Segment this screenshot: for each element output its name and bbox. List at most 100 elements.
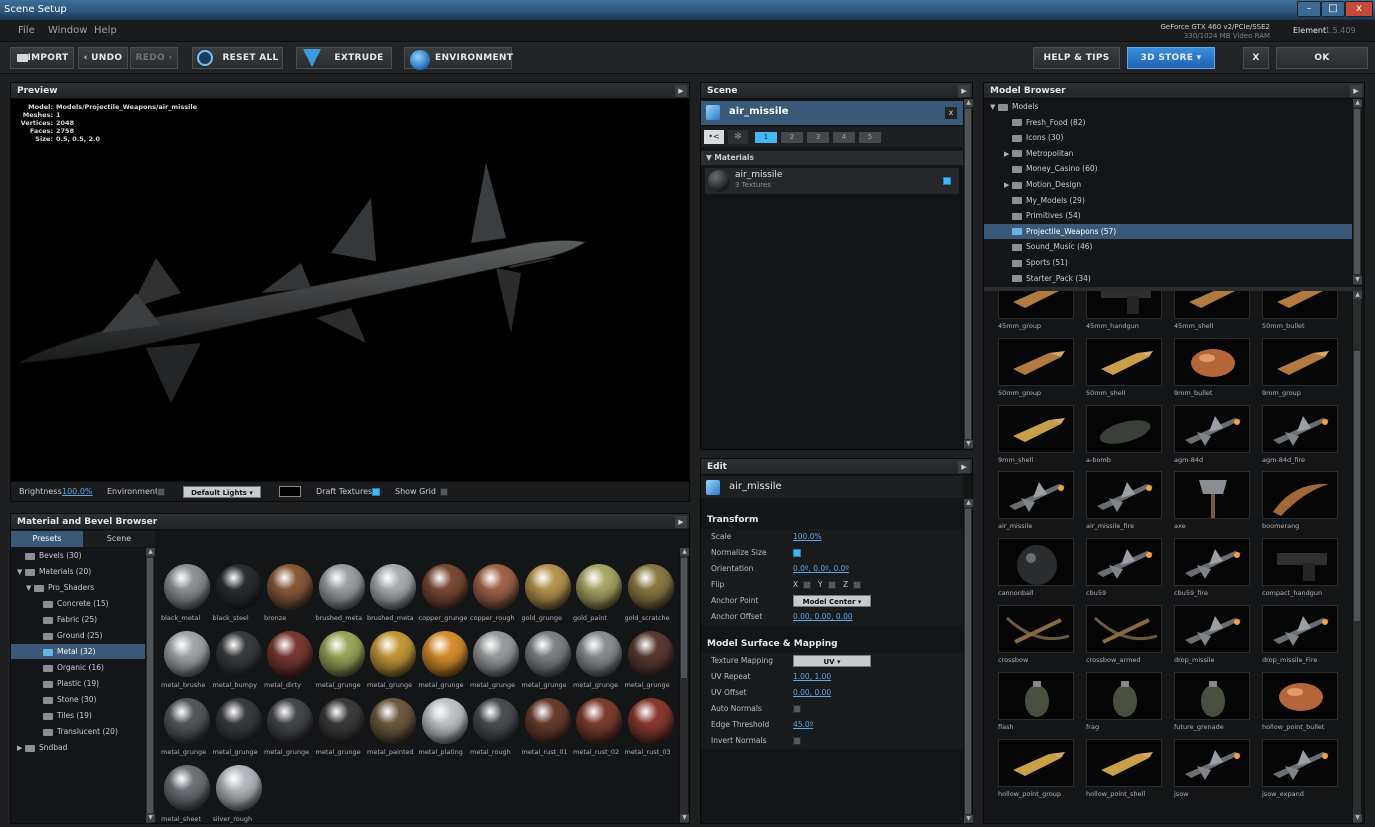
menu-help[interactable]: Help (94, 20, 117, 42)
material-swatch[interactable] (524, 698, 571, 744)
missile-3d-model[interactable] (11, 143, 691, 473)
material-swatch[interactable] (215, 631, 262, 677)
tree-item[interactable]: ▼ Pro_Shaders (11, 580, 145, 595)
expand-toggle-icon[interactable]: ▼ (17, 565, 25, 580)
material-tree-scrollbar[interactable]: ▲ ▼ (145, 548, 155, 823)
material-swatch[interactable] (318, 564, 365, 610)
model-thumbnail[interactable] (998, 291, 1074, 319)
flip-y-checkbox[interactable] (828, 581, 836, 589)
preview-expand-icon[interactable]: ▶ (675, 85, 687, 97)
scene-group-tab[interactable]: 5 (859, 132, 881, 143)
close-window-button[interactable]: x (1345, 1, 1373, 17)
tree-item[interactable]: ▶ Motion_Design (984, 177, 1352, 192)
model-thumbnail[interactable] (1086, 337, 1162, 386)
model-thumbnail[interactable] (1086, 671, 1162, 720)
tree-item[interactable]: Starter_Pack (34) (984, 271, 1352, 286)
material-swatch[interactable] (215, 765, 262, 811)
materials-section-header[interactable]: ▼ Materials (701, 151, 963, 165)
scroll-down-icon[interactable]: ▼ (146, 814, 155, 822)
extrude-button[interactable]: EXTRUDE (296, 47, 392, 69)
scene-group-tab[interactable]: 4 (833, 132, 855, 143)
scroll-down-icon[interactable]: ▼ (1353, 814, 1362, 822)
scene-object-row[interactable]: air_missile x (701, 101, 963, 125)
brightness-value[interactable]: 100.0% (62, 485, 93, 499)
environment-checkbox[interactable] (157, 488, 165, 496)
model-thumbnail[interactable] (1262, 404, 1338, 453)
model-thumbnail[interactable] (1086, 738, 1162, 787)
tree-item[interactable]: Plastic (19) (11, 676, 145, 691)
model-thumbnail[interactable] (998, 738, 1074, 787)
material-swatch[interactable] (627, 698, 674, 744)
model-thumbnail[interactable] (1086, 471, 1162, 520)
scroll-up-icon[interactable]: ▲ (1353, 99, 1362, 107)
scroll-thumb[interactable] (681, 558, 687, 678)
scroll-down-icon[interactable]: ▼ (964, 815, 973, 823)
tree-item[interactable]: Sound_Music (46) (984, 239, 1352, 254)
model-thumbnail[interactable] (1174, 605, 1250, 653)
expand-toggle-icon[interactable]: ▶ (17, 741, 25, 756)
3d-store-button[interactable]: 3D STORE ▾ (1127, 47, 1215, 69)
material-swatch[interactable] (267, 564, 313, 610)
scroll-down-icon[interactable]: ▼ (964, 440, 973, 448)
redo-button[interactable]: REDO › (130, 47, 178, 69)
tree-item[interactable]: Metal (32) (11, 644, 145, 659)
model-thumbnail[interactable] (1262, 605, 1338, 653)
anchor-offset-value[interactable]: 0.00, 0.00, 0.00 (793, 609, 853, 625)
tree-item[interactable]: Primitives (54) (984, 208, 1352, 223)
scene-group-tab[interactable]: 3 (807, 132, 829, 143)
model-thumbnail[interactable] (998, 538, 1074, 587)
remove-object-button[interactable]: x (945, 107, 957, 119)
scroll-down-icon[interactable]: ▼ (1353, 276, 1362, 284)
scene-group-tab[interactable]: 1 (755, 132, 777, 143)
scroll-up-icon[interactable]: ▲ (1353, 291, 1362, 299)
material-swatch[interactable] (524, 631, 571, 677)
gear-icon[interactable]: ✻ (728, 130, 748, 144)
model-thumbnail[interactable] (1262, 291, 1338, 319)
model-thumbnail[interactable] (1174, 738, 1250, 787)
model-thumbnail[interactable] (1174, 471, 1250, 520)
background-color-swatch[interactable] (279, 486, 301, 497)
scroll-up-icon[interactable]: ▲ (146, 548, 155, 556)
material-swatch[interactable] (576, 631, 622, 677)
model-thumbnail[interactable] (1086, 404, 1162, 453)
tree-item[interactable]: Stone (30) (11, 692, 145, 707)
scale-value[interactable]: 100.0% (793, 529, 822, 545)
material-grid-scrollbar[interactable]: ▲ ▼ (679, 548, 689, 823)
scroll-down-icon[interactable]: ▼ (680, 814, 689, 822)
model-thumbnail[interactable] (1262, 337, 1338, 386)
model-thumbnail[interactable] (1262, 671, 1338, 720)
material-swatch[interactable] (473, 698, 519, 744)
scene-expand-icon[interactable]: ▶ (958, 85, 970, 97)
tree-item[interactable]: ▼ Models (984, 99, 1352, 114)
tree-item[interactable]: Ground (25) (11, 628, 145, 643)
edit-scrollbar[interactable]: ▲ ▼ (963, 499, 973, 823)
tree-item[interactable]: Sports (51) (984, 255, 1352, 270)
expand-toggle-icon[interactable]: ▶ (1004, 178, 1012, 193)
scroll-up-icon[interactable]: ▲ (964, 99, 973, 107)
tab-presets[interactable]: Presets (11, 531, 83, 547)
material-swatch[interactable] (215, 564, 262, 610)
tree-item[interactable]: ▼ Materials (20) (11, 564, 145, 579)
edit-expand-icon[interactable]: ▶ (958, 461, 970, 473)
scene-material-row[interactable]: air_missile 3 Textures (705, 168, 959, 194)
material-swatch[interactable] (267, 631, 313, 677)
material-swatch[interactable] (576, 698, 622, 744)
model-thumbnail[interactable] (998, 404, 1074, 453)
orientation-value[interactable]: 0.0º, 0.0º, 0.0º (793, 561, 849, 577)
model-thumbnail[interactable] (998, 471, 1074, 520)
tree-item[interactable]: ▶ Metropolitan (984, 146, 1352, 161)
material-swatch[interactable] (164, 631, 210, 677)
material-swatch[interactable] (421, 698, 468, 744)
tree-item[interactable]: ▶ Sndbad (11, 740, 145, 755)
model-thumbnail[interactable] (1262, 538, 1338, 587)
tree-item[interactable]: Bevels (30) (11, 548, 145, 563)
material-swatch[interactable] (267, 698, 313, 744)
material-swatch[interactable] (164, 564, 210, 610)
model-grid-scrollbar[interactable]: ▲ ▼ (1352, 291, 1362, 823)
expand-toggle-icon[interactable]: ▼ (26, 581, 34, 596)
invert-normals-checkbox[interactable] (793, 737, 801, 745)
model-browser-expand-icon[interactable]: ▶ (1350, 85, 1362, 97)
model-thumbnail[interactable] (1174, 337, 1250, 386)
material-swatch[interactable] (421, 564, 468, 610)
tree-item[interactable]: Fabric (25) (11, 612, 145, 627)
